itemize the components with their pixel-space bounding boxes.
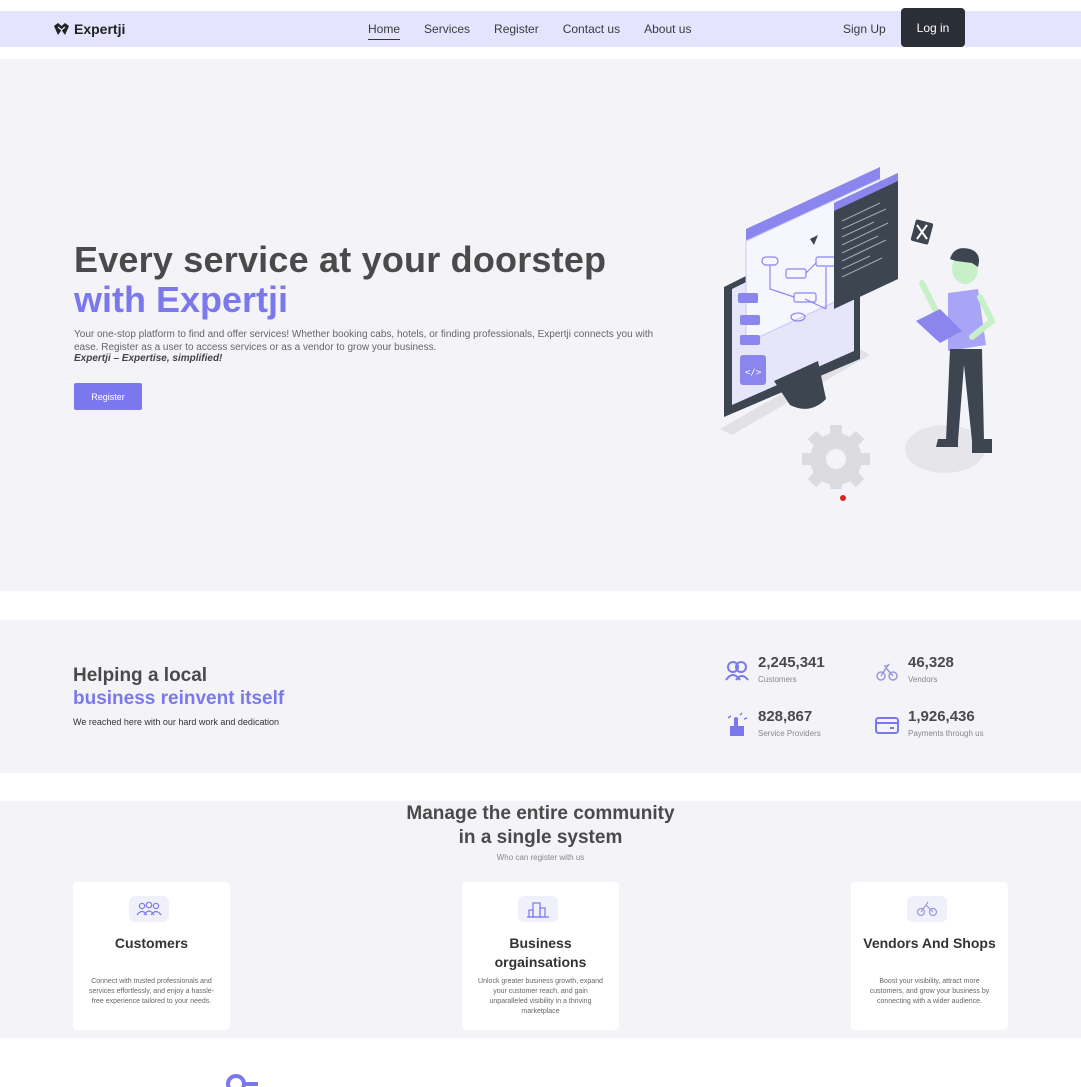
community-title-line2: in a single system <box>458 827 623 848</box>
card-title: Vendors And Shops <box>863 935 996 951</box>
hero-description: Your one-stop platform to find and offer… <box>74 329 654 353</box>
card-description: Connect with trusted professionals and s… <box>88 978 215 1005</box>
svg-text:</>: </> <box>745 368 762 378</box>
card-description: Boost your visibility, attract more cust… <box>869 978 990 1005</box>
stat-customers: 2,245,341 Customers <box>724 654 884 688</box>
stat-label: Vendors <box>908 675 938 684</box>
nav-about[interactable]: About us <box>644 22 691 36</box>
nav-register[interactable]: Register <box>494 22 539 36</box>
hero-section: Every service at your doorstep with Expe… <box>0 59 1081 591</box>
hero-tagline: Expertji – Expertise, simplified! <box>74 353 223 364</box>
bicycle-icon <box>876 663 898 681</box>
stat-value: 2,245,341 <box>758 654 825 671</box>
brand-name: Expertji <box>74 21 126 37</box>
users-icon <box>725 661 749 681</box>
navbar: Expertji Home Services Register Contact … <box>0 8 1081 47</box>
stat-value: 828,867 <box>758 708 813 725</box>
hero-title: Every service at your doorstep <box>74 239 607 280</box>
developer-illustration: </> <box>720 167 996 489</box>
slider-indicator-dot[interactable] <box>840 495 846 501</box>
hero-title-accent: with Expertji <box>74 279 289 320</box>
community-section: Manage the entire community in a single … <box>0 801 1081 1038</box>
nav-home[interactable]: Home <box>368 22 401 40</box>
community-title-line1: Manage the entire community <box>406 803 675 824</box>
card-customers[interactable]: Customers Connect with trusted professio… <box>73 882 230 1030</box>
nav-services[interactable]: Services <box>424 22 470 36</box>
stats-title-accent: business reinvent itself <box>73 688 285 709</box>
bicycle-icon <box>907 896 947 922</box>
nav-contact[interactable]: Contact us <box>563 22 620 36</box>
stat-value: 46,328 <box>908 654 954 671</box>
card-title: Business orgainsations <box>494 935 587 970</box>
stat-label: Customers <box>758 675 797 684</box>
card-vendors[interactable]: Vendors And Shops Boost your visibility,… <box>851 882 1008 1030</box>
stat-service-providers: 828,867 Service Providers <box>724 708 884 742</box>
community-title: Manage the entire community in a single … <box>0 802 1081 850</box>
stats-section: Helping a local business reinvent itself… <box>0 620 1081 773</box>
card-description: Unlock greater business growth, expand y… <box>478 978 603 1015</box>
stat-label: Payments through us <box>908 729 984 738</box>
hand-icon <box>727 712 748 736</box>
key-icon <box>226 1074 258 1087</box>
login-button[interactable]: Log in <box>901 8 965 47</box>
hero-register-button[interactable]: Register <box>74 383 142 410</box>
stats-title: Helping a local <box>73 665 208 686</box>
nav-links: Home Services Register Contact us About … <box>368 11 715 47</box>
building-icon <box>518 896 558 922</box>
signup-link[interactable]: Sign Up <box>843 11 886 47</box>
stat-label: Service Providers <box>758 729 821 738</box>
stat-vendors: 46,328 Vendors <box>874 654 1034 688</box>
community-subtitle: Who can register with us <box>496 853 585 862</box>
stat-value: 1,926,436 <box>908 708 975 725</box>
group-icon <box>129 896 169 922</box>
card-icon <box>875 717 899 734</box>
stat-payments: 1,926,436 Payments through us <box>874 708 1034 742</box>
card-business[interactable]: Business orgainsations Unlock greater bu… <box>462 882 619 1030</box>
stats-subtitle: We reached here with our hard work and d… <box>73 717 279 727</box>
card-title: Customers <box>114 935 189 951</box>
brand-logo[interactable]: Expertji <box>54 11 125 47</box>
handshake-icon <box>54 23 69 35</box>
